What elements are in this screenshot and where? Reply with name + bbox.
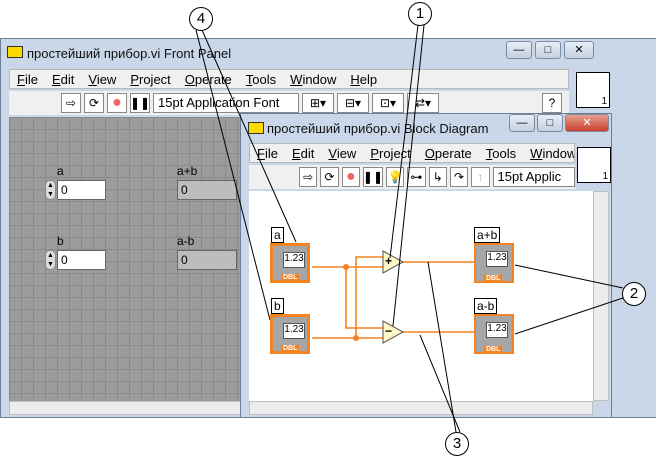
terminal-a-label: a (271, 227, 284, 243)
terminal-sum-label: a+b (474, 227, 501, 243)
subtract-symbol: − (385, 324, 393, 338)
callout-3: 3 (445, 432, 469, 456)
terminal-diff[interactable]: 1.23 DBL (474, 314, 514, 354)
callout-lines (195, 24, 624, 433)
terminal-diff-label: a-b (474, 298, 498, 314)
wires (312, 256, 478, 339)
terminal-a[interactable]: 1.23 DBL (270, 243, 310, 283)
wire-a-sub (345, 267, 383, 329)
callout-4: 4 (189, 7, 213, 31)
terminal-sum[interactable]: 1.23 DBL (474, 243, 514, 283)
callout-2: 2 (622, 282, 646, 306)
wires-overlay (195, 24, 624, 433)
terminal-b[interactable]: 1.23 DBL (270, 314, 310, 354)
wire-junction (343, 264, 349, 270)
terminal-b-label: b (271, 298, 284, 314)
wire-b-add (355, 256, 383, 338)
add-symbol: + (385, 254, 393, 268)
callout-1: 1 (408, 2, 432, 26)
wire-junction (353, 335, 359, 341)
